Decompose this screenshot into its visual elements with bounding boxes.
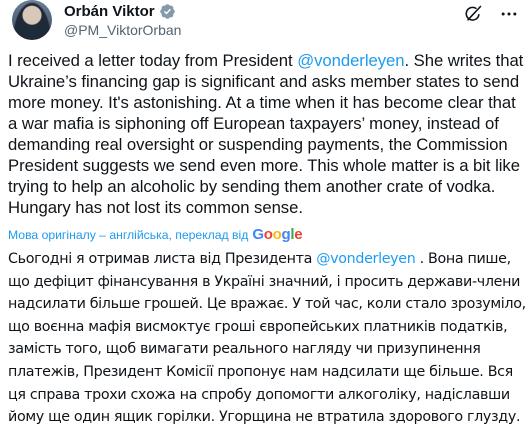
google-logo: Google xyxy=(252,226,303,243)
more-icon[interactable] xyxy=(499,4,519,24)
tweet-text-part2: . She writes that Ukraine’s financing ga… xyxy=(8,51,528,217)
mention-link[interactable]: @vonderleyen xyxy=(297,51,404,70)
translated-text-part2: . Вона пише, що дефіцит фінансування в У… xyxy=(8,251,530,426)
author-handle[interactable]: @PM_ViktorOrban xyxy=(64,22,181,38)
verified-badge-icon xyxy=(159,4,175,19)
tweet-header: Orbán Viktor @PM_ViktorOrban xyxy=(12,0,519,46)
translation-attribution: Мова оригіналу – англійська, переклад ві… xyxy=(8,226,303,243)
translated-text-part1: Сьогодні я отримав листа від Президента xyxy=(8,251,317,267)
translated-mention-link[interactable]: @vonderleyen xyxy=(316,251,416,267)
tweet-text-part1: I received a letter today from President xyxy=(8,51,298,70)
author-name-row: Orbán Viktor xyxy=(64,3,176,20)
tweet-actions xyxy=(463,4,519,24)
grok-icon[interactable] xyxy=(463,4,483,24)
translation-label[interactable]: Мова оригіналу – англійська, переклад ві… xyxy=(8,228,248,242)
tweet-text: I received a letter today from President… xyxy=(8,50,526,218)
author-name[interactable]: Orbán Viktor xyxy=(64,3,155,20)
author-avatar[interactable] xyxy=(12,0,52,40)
translated-text: Сьогодні я отримав листа від Президента … xyxy=(8,248,526,427)
